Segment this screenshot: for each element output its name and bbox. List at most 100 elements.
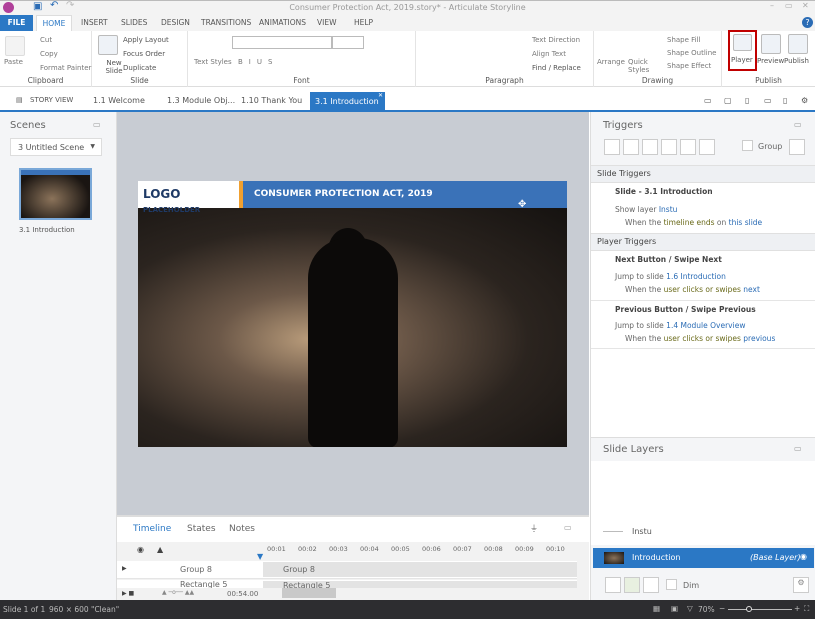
next-trigger-group[interactable]: Next Button / Swipe Next — [591, 251, 815, 268]
slide-title[interactable]: CONSUMER PROTECTION ACT, 2019 — [254, 189, 433, 199]
tab-timeline[interactable]: Timeline — [133, 524, 171, 534]
paste-button[interactable]: Paste — [4, 58, 23, 66]
maximize-button[interactable]: ▭ — [785, 1, 793, 10]
trigger-item[interactable]: Jump to slide 1.4 Module Overview When t… — [591, 317, 815, 349]
dim-checkbox[interactable] — [666, 579, 677, 590]
layer-item[interactable]: Instu — [591, 524, 815, 540]
cut-button[interactable]: Cut — [40, 36, 52, 44]
tab-notes[interactable]: Notes — [229, 524, 255, 534]
slide-trigger-group[interactable]: Slide - 3.1 Introduction — [591, 183, 815, 200]
timeline-bar[interactable]: Rectangle 5 — [263, 581, 577, 588]
tab-slides[interactable]: SLIDES — [121, 18, 147, 27]
text-direction-button[interactable]: Text Direction — [532, 36, 580, 44]
slide-thumbnail[interactable] — [19, 168, 92, 220]
zoom-slider-thumb[interactable] — [746, 606, 752, 612]
tab-story-view[interactable]: STORY VIEW — [30, 96, 73, 104]
timeline-options-icon[interactable]: ⏚ — [530, 523, 538, 534]
tab-insert[interactable]: INSERT — [81, 18, 108, 27]
duplicate-button[interactable]: Duplicate — [123, 64, 156, 72]
tab-slide[interactable]: 1.3 Module Obj... — [167, 96, 235, 105]
paste-trigger-button[interactable] — [661, 139, 677, 155]
settings-icon[interactable]: ⚙ — [801, 96, 808, 105]
fit-to-window-icon[interactable]: ⛶ — [804, 604, 809, 614]
float-panel-icon[interactable]: ▭ — [564, 523, 572, 532]
tab-help[interactable]: HELP — [354, 18, 373, 27]
slide-background-image[interactable] — [138, 208, 567, 447]
font-family-select[interactable] — [232, 36, 332, 49]
scene-select[interactable]: 3 Untitled Scene ▼ — [10, 138, 102, 156]
eye-icon[interactable]: ◉ — [137, 545, 144, 554]
zoom-out-button[interactable]: − — [719, 604, 725, 613]
group-checkbox[interactable] — [742, 140, 753, 151]
tab-transitions[interactable]: TRANSITIONS — [201, 18, 251, 27]
timeline-ruler[interactable]: 00:01 00:02 00:03 00:04 00:05 00:06 00:07 00:08… — [267, 545, 572, 557]
phone-portrait-icon[interactable]: ▯ — [783, 96, 787, 105]
float-panel-icon[interactable]: ▭ — [794, 444, 802, 453]
zoom-slider[interactable] — [728, 606, 792, 612]
trigger-item[interactable]: Show layer Instu When the timeline ends … — [591, 200, 815, 236]
eye-icon[interactable]: ◉ — [800, 552, 807, 561]
tablet-landscape-icon[interactable]: ▢ — [724, 96, 732, 105]
delete-trigger-button[interactable] — [680, 139, 696, 155]
arrange-button[interactable]: Arrange — [597, 58, 625, 66]
play-icon[interactable]: ▶ ■ — [122, 590, 134, 597]
layer-settings-button[interactable]: ⚙ — [793, 577, 809, 593]
tab-active-slide[interactable]: 3.1 Introduction ✕ — [310, 92, 385, 112]
tab-animations[interactable]: ANIMATIONS — [259, 18, 306, 27]
text-styles-button[interactable]: Text Styles — [194, 58, 232, 66]
slide-master-icon[interactable]: ▽ — [687, 604, 693, 613]
variables-button[interactable] — [789, 139, 805, 155]
expand-icon[interactable]: ▶ — [122, 565, 127, 572]
copy-trigger-button[interactable] — [642, 139, 658, 155]
timeline-row[interactable]: Rectangle 5 Rectangle 5 — [117, 580, 577, 588]
duplicate-layer-button[interactable] — [624, 577, 640, 593]
quick-styles-button[interactable]: Quick Styles — [628, 58, 650, 74]
float-panel-icon[interactable]: ▭ — [93, 120, 101, 129]
horizontal-scrollbar[interactable] — [282, 588, 336, 598]
delete-layer-button[interactable] — [643, 577, 659, 593]
shape-outline-button[interactable]: Shape Outline — [667, 49, 716, 57]
preview-button[interactable]: Preview — [757, 57, 784, 65]
find-replace-button[interactable]: Find / Replace — [532, 64, 581, 72]
base-layer-item[interactable]: Introduction (Base Layer) ◉ — [593, 548, 814, 568]
edit-trigger-button[interactable] — [623, 139, 639, 155]
align-text-button[interactable]: Align Text — [532, 50, 566, 58]
normal-view-icon[interactable]: ▣ — [671, 604, 678, 613]
close-tab-icon[interactable]: ✕ — [378, 92, 383, 99]
font-size-select[interactable] — [332, 36, 364, 49]
tab-file[interactable]: FILE — [0, 15, 33, 31]
float-panel-icon[interactable]: ▭ — [794, 120, 802, 129]
help-icon[interactable]: ? — [802, 17, 813, 28]
desktop-preview-icon[interactable]: ▭ — [704, 96, 712, 105]
font-format-buttons[interactable]: BIUS — [238, 58, 278, 66]
logo-placeholder[interactable]: LOGO PLACEHOLDER — [138, 181, 243, 214]
close-button[interactable]: ✕ — [802, 1, 809, 10]
shape-fill-button[interactable]: Shape Fill — [667, 36, 701, 44]
copy-button[interactable]: Copy — [40, 50, 58, 58]
new-trigger-button[interactable] — [604, 139, 620, 155]
tab-design[interactable]: DESIGN — [161, 18, 190, 27]
move-trigger-button[interactable] — [699, 139, 715, 155]
tab-slide[interactable]: 1.10 Thank You — [241, 96, 302, 105]
shape-effect-button[interactable]: Shape Effect — [667, 62, 711, 70]
story-view-icon[interactable]: ▦ — [653, 604, 660, 613]
lock-icon[interactable]: ▲ — [157, 545, 163, 554]
tab-states[interactable]: States — [187, 524, 216, 534]
tab-view[interactable]: VIEW — [317, 18, 337, 27]
trigger-item[interactable]: Jump to slide 1.6 Introduction When the … — [591, 268, 815, 300]
zoom-slider[interactable]: ▲ ─o── ▲▲ — [162, 589, 194, 596]
timeline-bar[interactable]: Group 8 — [263, 562, 577, 577]
focus-order-button[interactable]: Focus Order — [123, 50, 165, 58]
apply-layout-button[interactable]: Apply Layout — [123, 36, 169, 44]
publish-button[interactable]: Publish — [784, 57, 809, 65]
tablet-portrait-icon[interactable]: ▯ — [745, 96, 749, 105]
slide[interactable]: LOGO PLACEHOLDER CONSUMER PROTECTION ACT… — [138, 181, 567, 447]
previous-trigger-group[interactable]: Previous Button / Swipe Previous — [591, 300, 815, 317]
format-painter-button[interactable]: Format Painter — [40, 64, 91, 72]
new-layer-button[interactable] — [605, 577, 621, 593]
tab-home[interactable]: HOME — [36, 15, 72, 31]
phone-landscape-icon[interactable]: ▭ — [764, 96, 772, 105]
timeline-row[interactable]: ▶ Group 8 Group 8 — [117, 561, 577, 579]
player-button[interactable]: Player — [728, 30, 757, 71]
playhead[interactable]: ▼ — [257, 552, 263, 561]
